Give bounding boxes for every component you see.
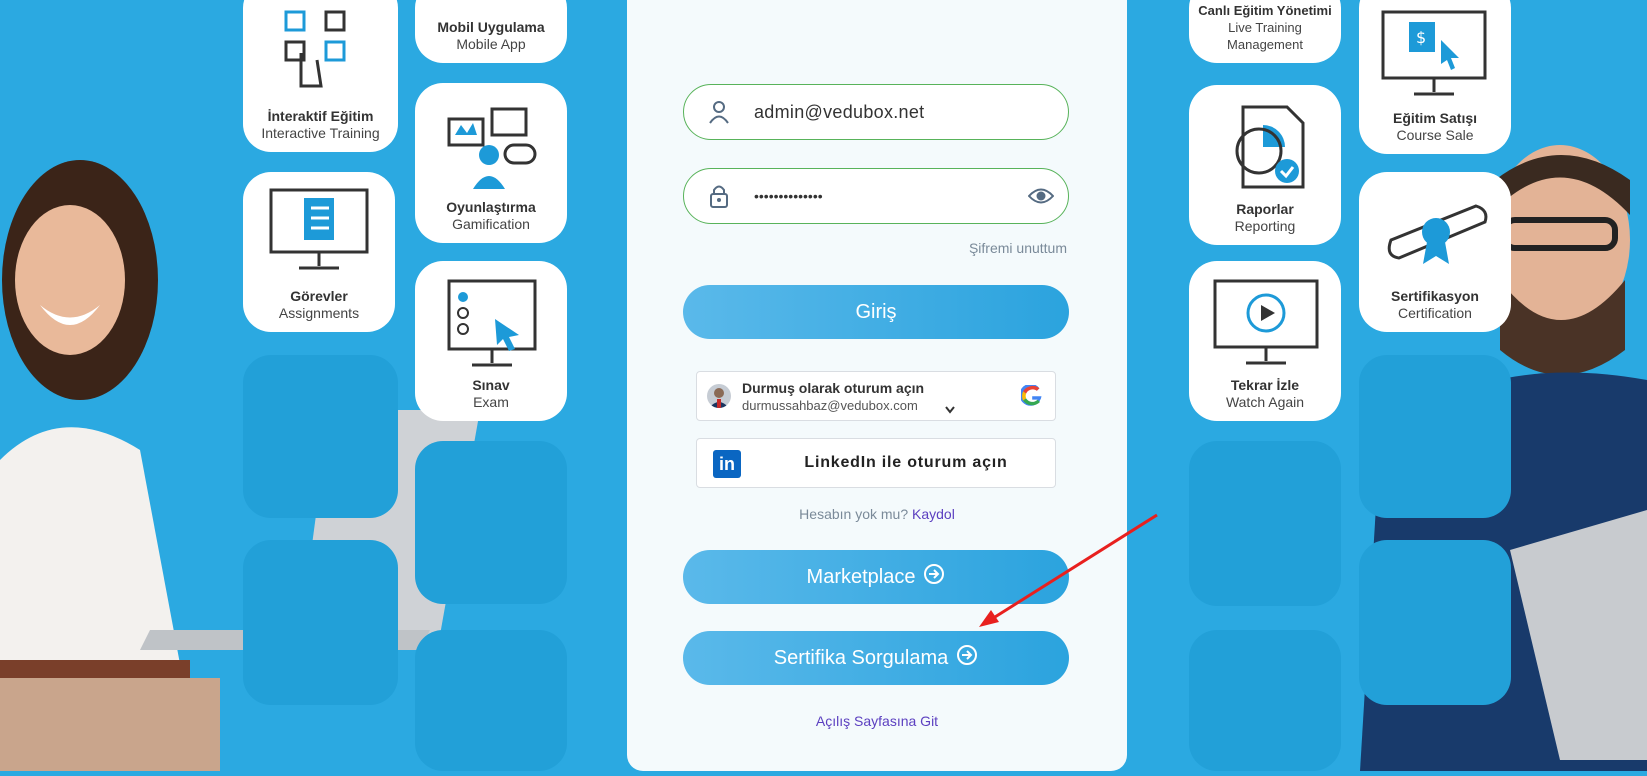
reporting-icon (1223, 105, 1307, 194)
signup-link[interactable]: Kaydol (912, 506, 955, 522)
tile-title: Oyunlaştırma (446, 199, 536, 215)
password-field[interactable]: •••••••••••••• (683, 168, 1069, 224)
decorative-tile (243, 540, 398, 705)
tile-title: Mobil Uygulama (437, 19, 545, 35)
decorative-tile (1189, 630, 1341, 771)
linkedin-signin-label: LinkedIn ile oturum açın (804, 454, 1008, 471)
tile-subtitle: Watch Again (1225, 394, 1305, 410)
email-value[interactable]: admin@vedubox.net (754, 102, 924, 123)
email-field[interactable]: admin@vedubox.net (683, 84, 1069, 140)
login-card: admin@vedubox.net •••••••••••••• Şifremi… (627, 0, 1127, 771)
abcd-touch-icon (281, 8, 361, 93)
assignments-icon (269, 188, 369, 278)
annotation-arrow (979, 513, 1158, 627)
tile-interactive-training[interactable]: İnteraktif Eğitim Interactive Training (243, 0, 398, 152)
linkedin-logo-icon: in (713, 450, 741, 478)
course-sale-icon: $ (1381, 10, 1487, 105)
tile-live-training[interactable]: Canlı Eğitim Yönetimi Live Training Mana… (1189, 0, 1341, 63)
tile-title: Görevler (290, 288, 348, 304)
password-value[interactable]: •••••••••••••• (754, 188, 823, 204)
certificate-query-button-label: Sertifika Sorgulama (773, 646, 949, 669)
tile-course-sale[interactable]: $ Eğitim Satışı Course Sale (1359, 0, 1511, 154)
decorative-tile (1189, 441, 1341, 606)
tile-title: Canlı Eğitim Yönetimi (1198, 3, 1332, 18)
tile-title: Tekrar İzle (1230, 377, 1300, 393)
chevron-down-icon[interactable] (945, 401, 955, 419)
login-button[interactable]: Giriş (683, 285, 1069, 339)
tile-certification[interactable]: Sertifikasyon Certification (1359, 172, 1511, 332)
lock-icon (684, 183, 754, 209)
google-signin-title: Durmuş olarak oturum açın (742, 380, 925, 396)
login-button-label: Giriş (855, 300, 897, 323)
tile-subtitle: Interactive Training (261, 125, 380, 141)
decorative-tile (415, 630, 567, 771)
tile-subtitle: Assignments (278, 305, 360, 321)
decorative-tile (1359, 355, 1511, 518)
tile-watch-again[interactable]: Tekrar İzle Watch Again (1189, 261, 1341, 421)
svg-text:$: $ (1416, 28, 1426, 47)
certificate-query-button[interactable]: Sertifika Sorgulama (683, 631, 1069, 685)
tile-subtitle: Certification (1398, 305, 1472, 321)
tile-title: İnteraktif Eğitim (267, 108, 374, 124)
tile-title: Raporlar (1236, 201, 1294, 217)
user-icon (684, 100, 754, 124)
tile-subtitle: Exam (473, 394, 509, 410)
google-signin-email: durmussahbaz@vedubox.com (742, 398, 918, 413)
tile-title: Sınav (472, 377, 510, 393)
tile-title: Eğitim Satışı (1392, 110, 1478, 126)
gamification-icon (447, 105, 537, 195)
tile-exam[interactable]: Sınav Exam (415, 261, 567, 421)
exam-icon (447, 279, 537, 374)
homepage-link[interactable]: Açılış Sayfasına Git (627, 713, 1127, 729)
arrow-circle-right-icon (956, 644, 978, 672)
forgot-password-link[interactable]: Şifremi unuttum (969, 240, 1067, 256)
marketplace-button-label: Marketplace (806, 565, 916, 588)
show-password-eye-icon[interactable] (1027, 185, 1055, 212)
tile-subtitle: Gamification (452, 216, 530, 232)
certificate-icon (1381, 200, 1491, 275)
decorative-tile (243, 355, 398, 518)
avatar (707, 384, 731, 408)
arrow-circle-right-icon (923, 563, 945, 591)
woman-with-laptop-image (0, 130, 480, 771)
decorative-tile (415, 441, 567, 604)
tile-assignments[interactable]: Görevler Assignments (243, 172, 395, 332)
google-signin-button[interactable]: Durmuş olarak oturum açın durmussahbaz@v… (696, 371, 1056, 421)
signup-prompt-text: Hesabın yok mu? (799, 506, 909, 522)
tile-subtitle: Mobile App (456, 36, 526, 52)
replay-icon (1213, 279, 1319, 374)
linkedin-signin-button[interactable]: in LinkedIn ile oturum açın (696, 438, 1056, 488)
google-logo-icon (1019, 383, 1043, 412)
tile-gamification[interactable]: Oyunlaştırma Gamification (415, 83, 567, 243)
tile-reporting[interactable]: Raporlar Reporting (1189, 85, 1341, 245)
tile-subtitle: Reporting (1234, 218, 1296, 234)
tile-mobile-app[interactable]: Mobil Uygulama Mobile App (415, 0, 567, 63)
tile-subtitle: Course Sale (1396, 127, 1474, 143)
tile-title: Sertifikasyon (1391, 288, 1479, 304)
tile-subtitle: Live Training Management (1227, 20, 1303, 52)
decorative-tile (1359, 540, 1511, 705)
